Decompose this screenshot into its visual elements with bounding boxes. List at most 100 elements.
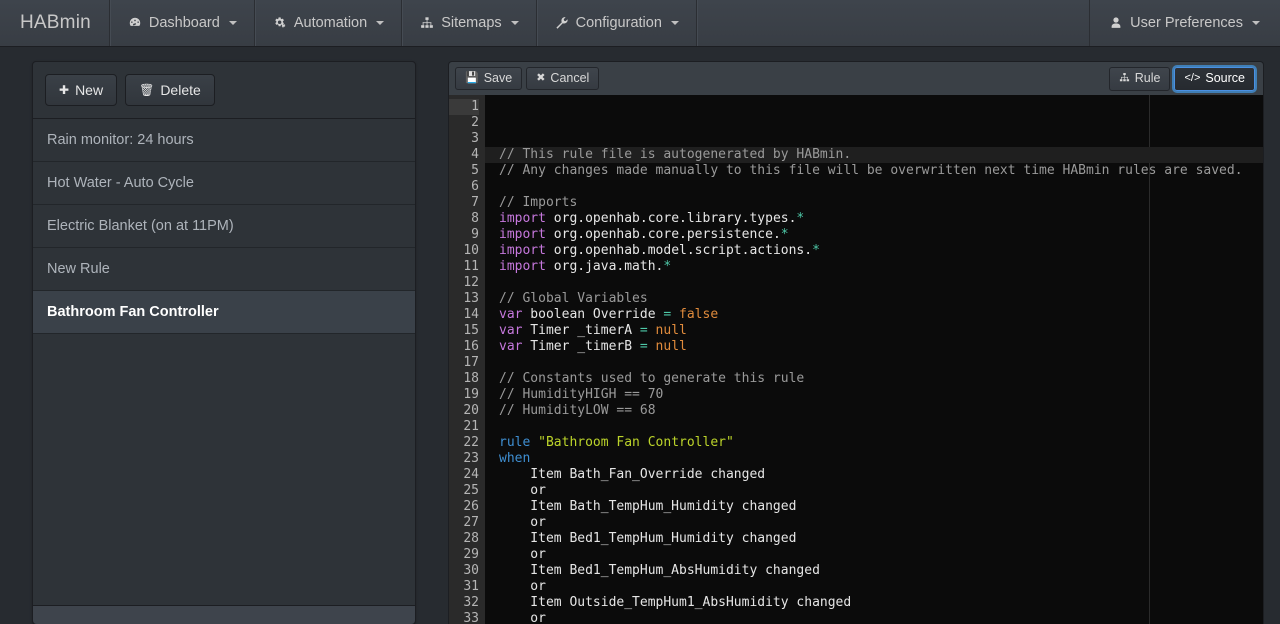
code-token-op: * [663,259,672,274]
line-number: 1 [449,99,479,115]
line-number: 18 [463,371,479,386]
line-number: 26 [463,499,479,514]
rule-list-item[interactable]: Bathroom Fan Controller [33,291,415,334]
line-number: 28 [463,531,479,546]
rules-list: Rain monitor: 24 hours Hot Water - Auto C… [33,119,415,605]
rule-list-item[interactable]: Electric Blanket (on at 11PM) [33,205,415,248]
code-token-string: "Bathroom Fan Controller" [538,435,734,450]
source-code-editor[interactable]: 1 2 3 4 5 6 7 8 9 10 11 12 13 14 15 16 17 18 19 20 21 22 23 24 2… [448,95,1264,624]
code-token-plain: or [499,483,546,498]
code-token-plain: or [499,515,546,530]
dashboard-icon [127,16,143,30]
code-token-plain: Item Bed1_TempHum_AbsHumidity changed [499,563,820,578]
line-number: 9 [471,227,479,242]
chevron-down-icon [376,21,385,25]
code-token-ctrl: rule [499,435,531,450]
line-number: 14 [463,307,479,322]
rules-panel: ✚ New 🗑 Delete Rain monitor: 24 hours Hot… [32,61,416,624]
code-token-plain: Item Bath_TempHum_Humidity changed [499,499,797,514]
nav-item-sitemaps[interactable]: Sitemaps [402,0,537,46]
line-number: 8 [471,211,479,226]
view-toggle-group: Rule </> Source [1108,66,1257,91]
code-content[interactable]: // This rule file is autogenerated by HA… [485,95,1263,624]
app-brand[interactable]: HABmin [0,0,110,46]
trash-icon: 🗑 [139,83,155,97]
code-token-const: null [655,339,687,354]
code-token-op: = [639,323,648,338]
code-token-plain: or [499,611,546,624]
nav-item-user-preferences[interactable]: User Preferences [1089,0,1280,46]
line-number: 21 [463,419,479,434]
code-line: Item Bath_Fan_Override changed [499,467,1263,483]
code-token-comment: // HumidityLOW == 68 [499,403,656,418]
code-line: // This rule file is autogenerated by HA… [485,147,1263,163]
code-line: // Any changes made manually to this fil… [499,163,1263,179]
rule-list-item[interactable]: Rain monitor: 24 hours [33,119,415,162]
rule-list-item[interactable]: Hot Water - Auto Cycle [33,162,415,205]
nav-item-label: Configuration [575,15,662,31]
code-token-plain: org.openhab.model.script.actions. [545,243,813,258]
nav-item-configuration[interactable]: Configuration [537,0,697,46]
code-token-op: * [796,211,805,226]
code-token-keyword: import [499,259,546,274]
code-token-comment: // HumidityHIGH == 70 [499,387,664,402]
code-token-op: * [812,243,820,258]
view-rule-button[interactable]: Rule [1108,66,1171,91]
line-number: 15 [463,323,479,338]
rule-list-item[interactable]: New Rule [33,248,415,291]
nav-item-label: Sitemaps [441,15,502,31]
code-line: Item Bath_TempHum_Humidity changed [499,499,1263,515]
line-number: 24 [463,467,479,482]
line-number: 16 [463,339,479,354]
view-source-button[interactable]: </> Source [1174,66,1255,91]
rules-panel-footer [33,605,415,624]
code-token-keyword: var [499,339,523,354]
code-line: var Timer _timerA = null [499,323,1263,339]
view-source-label: Source [1205,71,1245,86]
code-token-ctrl: when [499,451,531,466]
delete-rule-label: Delete [160,82,201,98]
code-token-op: = [639,339,648,354]
code-token-plain: or [499,547,546,562]
delete-rule-button[interactable]: 🗑 Delete [125,74,215,106]
code-token-comment: // Global Variables [499,291,648,306]
code-icon: </> [1184,72,1201,84]
code-token-keyword: import [499,227,546,242]
code-line: or [499,579,1263,595]
code-token-plain: Timer _timerB [522,339,640,354]
save-button[interactable]: 💾 Save [455,67,523,90]
cancel-button[interactable]: ✖ Cancel [526,67,600,90]
code-token-comment: // This rule file is autogenerated by HA… [499,147,852,162]
new-rule-button[interactable]: ✚ New [45,74,118,106]
code-token-keyword: import [499,243,546,258]
line-number: 22 [463,435,479,450]
chevron-down-icon [1252,21,1260,25]
code-line: Item Bed1_TempHum_Humidity changed [499,531,1263,547]
code-token-plain: org.java.math. [545,259,664,274]
chevron-down-icon [510,21,519,25]
floppy-disk-icon: 💾 [465,72,479,84]
line-number: 4 [471,147,479,162]
code-token-plain: boolean Override [522,307,664,322]
nav-item-automation[interactable]: Automation [255,0,403,46]
nav-right: User Preferences [1089,0,1280,46]
line-number: 25 [463,483,479,498]
code-line: rule "Bathroom Fan Controller" [499,435,1263,451]
sitemap-icon [1119,72,1130,86]
code-token-keyword: var [499,323,523,338]
code-line: Item Outside_TempHum1_AbsHumidity change… [499,595,1263,611]
code-token-comment: // Any changes made manually to this fil… [499,163,1243,178]
code-token-plain: Item Bath_Fan_Override changed [499,467,766,482]
sitemap-icon [419,16,435,30]
save-label: Save [483,71,513,86]
code-token-comment: // Imports [499,195,578,210]
nav-item-dashboard[interactable]: Dashboard [110,0,255,46]
line-number: 19 [463,387,479,402]
line-number: 10 [463,243,479,258]
cancel-label: Cancel [550,71,590,86]
code-line: // HumidityHIGH == 70 [499,387,1263,403]
code-token-plain: Timer _timerA [522,323,640,338]
